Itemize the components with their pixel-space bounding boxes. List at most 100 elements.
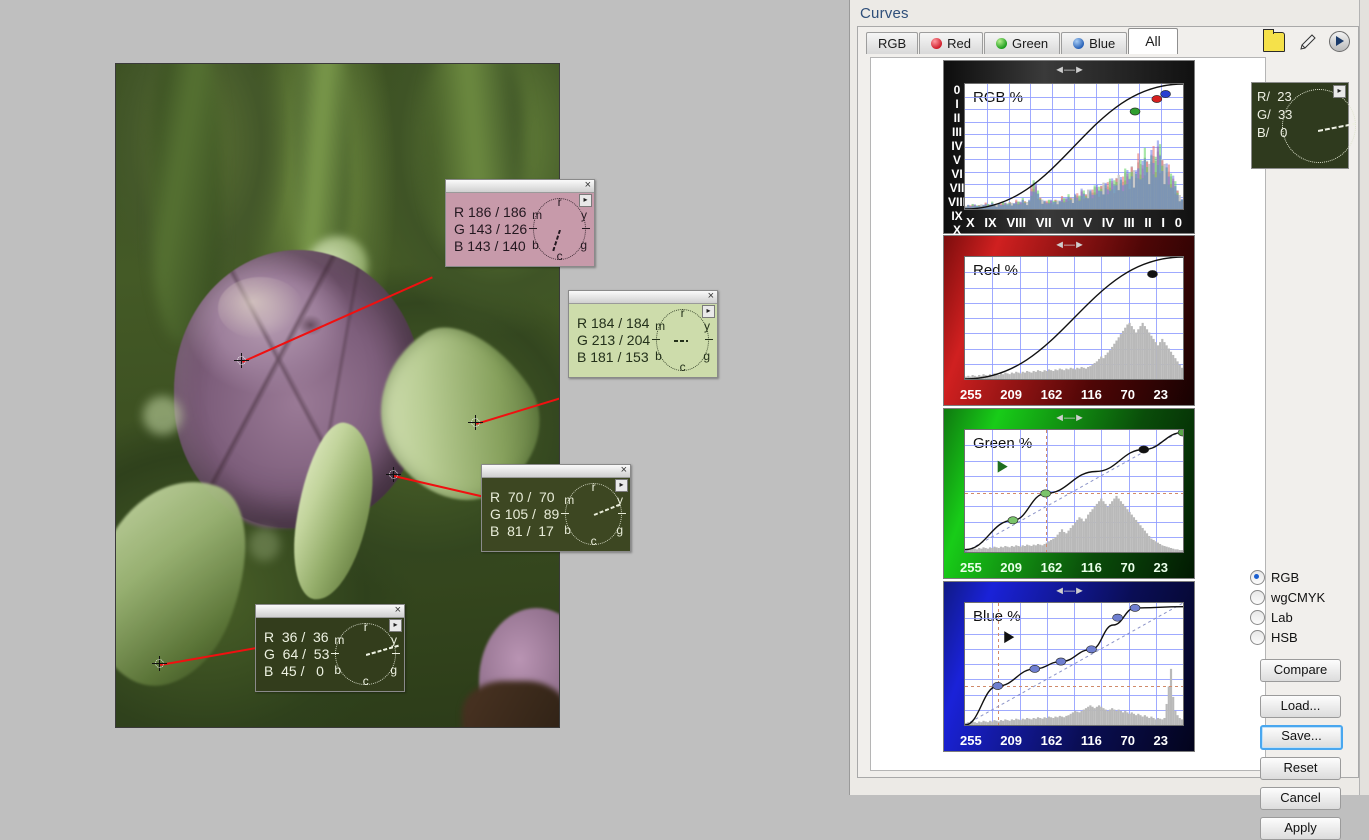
y-tick: VI [951, 167, 963, 181]
tab-blue[interactable]: Blue [1061, 32, 1128, 54]
curve-overlay[interactable] [965, 603, 1183, 725]
eyedropper-icon[interactable] [1297, 33, 1317, 51]
curve-control-point[interactable] [1055, 657, 1067, 666]
folder-icon[interactable] [1263, 28, 1285, 52]
radio-label: wgCMYK [1271, 589, 1326, 605]
sample-body: R 36 / 36 G 64 / 53 B 45 / 0 r y g c b m [256, 618, 404, 691]
radio-label: Lab [1271, 609, 1293, 625]
color-sample-popup-2[interactable]: × R 184 / 184 G 213 / 204 B 181 / 153 r … [568, 290, 718, 378]
y-tick: VII [949, 181, 965, 195]
sample-titlebar[interactable]: × [256, 604, 404, 618]
curve-control-point[interactable] [1040, 489, 1051, 498]
radio-icon[interactable] [1250, 629, 1265, 645]
curve-overlay[interactable] [965, 257, 1183, 379]
green-curve-plot[interactable]: Green % [964, 429, 1184, 553]
close-icon[interactable]: × [395, 604, 401, 616]
x-tick: 23 [1153, 560, 1168, 575]
y-tick: IV [951, 139, 963, 153]
curve-control-point[interactable] [1086, 645, 1097, 654]
pan-handle-icon[interactable]: ◄—► [1054, 412, 1085, 424]
color-wheel-icon: r y g c b m [652, 306, 713, 373]
curve-overlay[interactable] [965, 84, 1183, 209]
sample-titlebar[interactable]: × [446, 179, 594, 193]
radio-label: HSB [1271, 629, 1298, 645]
cancel-button[interactable]: Cancel [1260, 787, 1341, 810]
curve-control-point[interactable] [992, 682, 1004, 690]
color-sample-popup-1[interactable]: × R 186 / 186 G 143 / 126 B 143 / 140 r … [445, 179, 595, 267]
y-tick: 0 [953, 83, 961, 97]
curve-control-point[interactable] [1129, 107, 1141, 116]
blue-curve-plot[interactable]: Blue % [964, 602, 1184, 726]
curve-control-point[interactable] [1147, 270, 1158, 278]
wheel-label-m: m [532, 208, 543, 223]
sample-crosshair-4[interactable] [152, 656, 167, 671]
reset-button[interactable]: Reset [1260, 757, 1341, 780]
rgb-curve-panel[interactable]: ◄—► 0 I II III IV V VI VII VIII IX X RGB… [943, 60, 1195, 237]
radio-rgb[interactable]: RGB [1250, 567, 1350, 587]
curve-control-point[interactable] [1129, 603, 1141, 612]
curve-overlay[interactable] [965, 430, 1183, 552]
color-readout-swatch[interactable]: R/ 23 G/ 33 B/ 0 ▸ [1251, 82, 1356, 169]
load-button[interactable]: Load... [1260, 695, 1341, 718]
radio-icon[interactable] [1250, 569, 1265, 585]
sample-titlebar[interactable]: × [482, 464, 630, 478]
pan-handle-icon[interactable]: ◄—► [1054, 64, 1085, 76]
photo-bokeh [248, 528, 280, 562]
rgb-curve-plot[interactable]: RGB % [964, 83, 1184, 210]
channel-marker-arrow[interactable] [1004, 631, 1015, 644]
red-curve-panel[interactable]: ◄—► Red % 255 209 162 116 70 23 [943, 235, 1195, 406]
blue-curve-panel[interactable]: ◄—► Blue % 255 209 162 116 70 23 [943, 581, 1195, 752]
curve-control-point[interactable] [1177, 430, 1183, 437]
tab-label: Green [1012, 36, 1049, 51]
curve-control-point[interactable] [1029, 664, 1041, 673]
color-wheel-icon: r y g c b m [331, 621, 400, 687]
dialog-title: Curves [860, 5, 909, 22]
radio-icon[interactable] [1250, 589, 1265, 605]
radio-lab[interactable]: Lab [1250, 607, 1350, 627]
wheel-label-g: g [703, 349, 710, 364]
radio-wgcmyk[interactable]: wgCMYK [1250, 587, 1350, 607]
dialog-body: RGB Red Green Blue All ◄—► 0 I II III IV… [857, 26, 1359, 840]
sample-crosshair-3[interactable] [386, 467, 401, 482]
wheel-needle [674, 340, 689, 342]
y-tick: IX [951, 209, 963, 223]
curve-control-point[interactable] [1007, 516, 1019, 525]
tab-all[interactable]: All [1128, 28, 1178, 54]
expand-icon[interactable]: ▸ [615, 479, 628, 492]
sample-titlebar[interactable]: × [569, 290, 717, 304]
wheel-label-r: r [680, 306, 685, 320]
radio-icon[interactable] [1250, 609, 1265, 625]
wheel-label-b: b [564, 523, 571, 538]
tab-green[interactable]: Green [984, 32, 1061, 54]
curve-control-point[interactable] [1160, 90, 1171, 98]
close-icon[interactable]: × [708, 290, 714, 302]
radio-hsb[interactable]: HSB [1250, 627, 1350, 647]
tab-red[interactable]: Red [919, 32, 984, 54]
red-curve-plot[interactable]: Red % [964, 256, 1184, 380]
pan-handle-icon[interactable]: ◄—► [1054, 585, 1085, 597]
tab-rgb[interactable]: RGB [866, 32, 919, 54]
sample-crosshair-2[interactable] [468, 415, 483, 430]
x-tick: 116 [1080, 387, 1102, 402]
curve-control-point[interactable] [1112, 613, 1123, 622]
save-button[interactable]: Save... [1260, 725, 1343, 750]
expand-icon[interactable]: ▸ [579, 194, 592, 207]
color-sample-popup-4[interactable]: × R 36 / 36 G 64 / 53 B 45 / 0 r y g c b… [255, 604, 405, 692]
expand-icon[interactable]: ▸ [389, 619, 402, 632]
apply-button[interactable]: Apply [1260, 817, 1341, 840]
channel-marker-arrow[interactable] [997, 460, 1008, 473]
curve-control-point[interactable] [1151, 95, 1163, 103]
pan-handle-icon[interactable]: ◄—► [1054, 239, 1085, 251]
play-icon[interactable] [1329, 31, 1350, 52]
green-curve-panel[interactable]: ◄—► Green % 255 209 162 116 70 23 [943, 408, 1195, 579]
close-icon[interactable]: × [621, 464, 627, 476]
close-icon[interactable]: × [585, 179, 591, 191]
color-sample-popup-3[interactable]: × R 70 / 70 G 105 / 89 B 81 / 17 r y g c… [481, 464, 631, 552]
tab-label: Blue [1089, 36, 1116, 51]
curve-control-point[interactable] [1138, 445, 1150, 454]
sample-crosshair-1[interactable] [234, 353, 249, 368]
x-tick: 116 [1080, 733, 1102, 748]
expand-icon[interactable]: ▸ [702, 305, 715, 318]
expand-icon[interactable]: ▸ [1333, 85, 1346, 98]
compare-button[interactable]: Compare [1260, 659, 1341, 682]
